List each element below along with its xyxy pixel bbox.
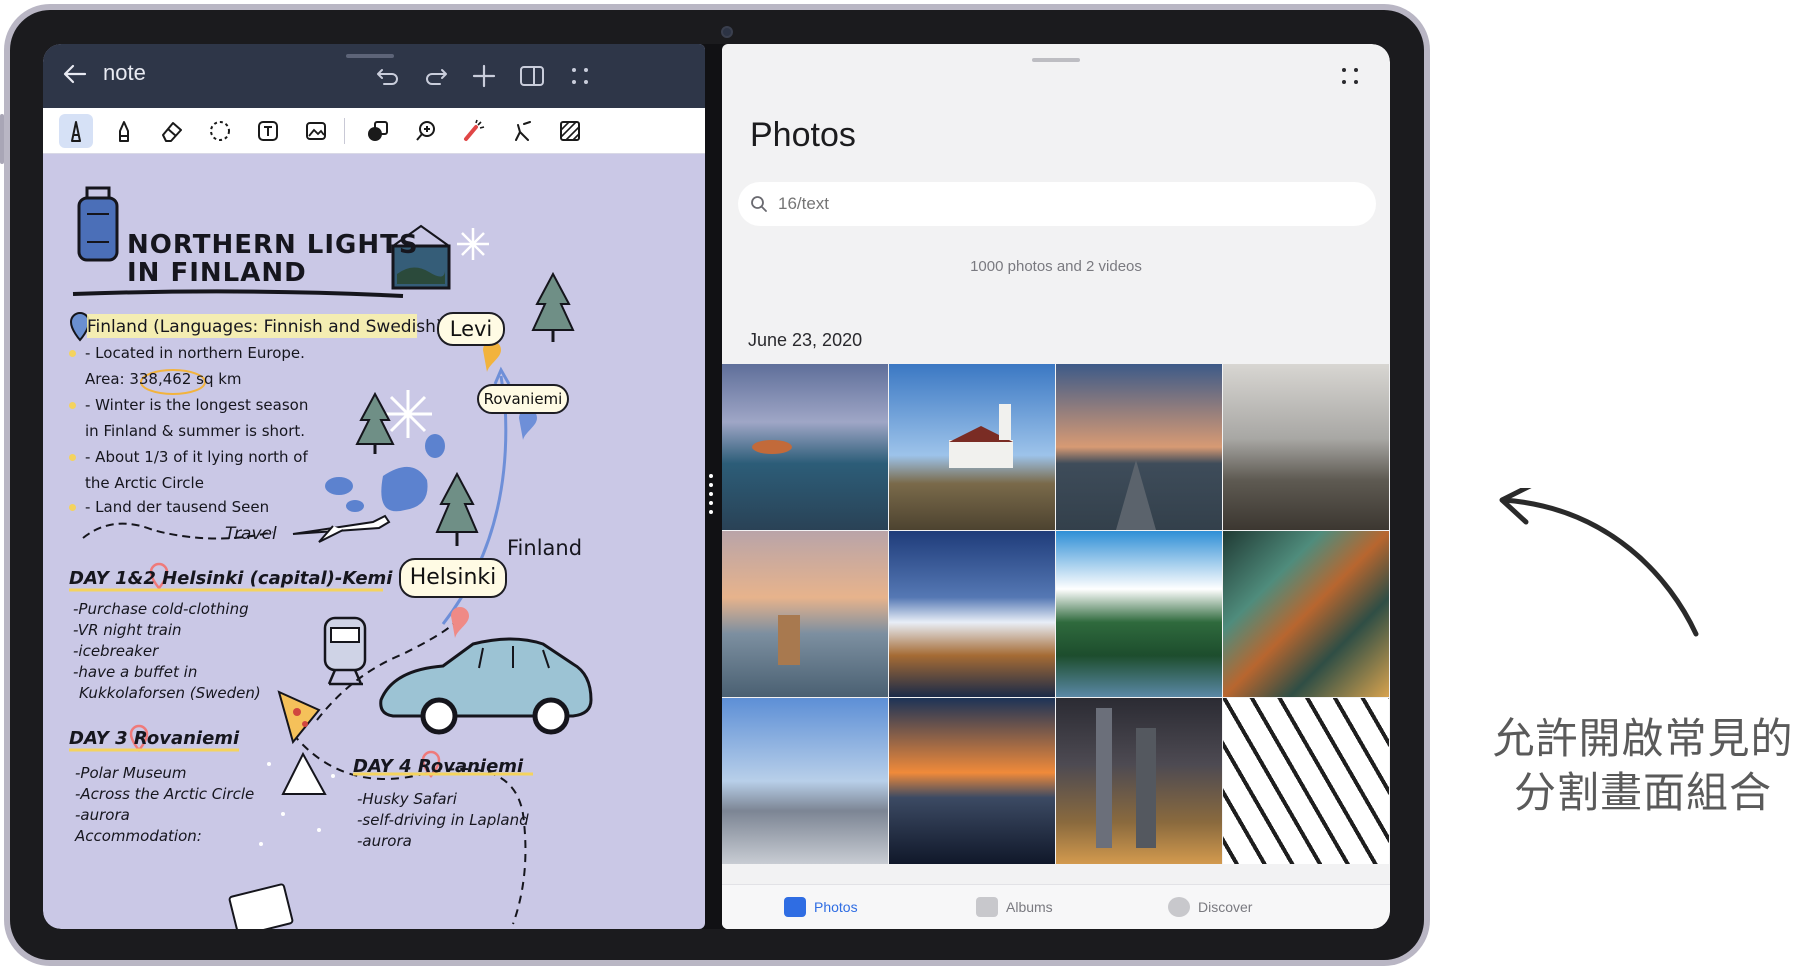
day4-title: DAY 4 Rovaniemi: [353, 756, 524, 777]
text-tool-icon[interactable]: [251, 114, 285, 148]
photo-thumbnail[interactable]: [889, 364, 1055, 530]
side-button: [0, 114, 4, 164]
more-grid-icon[interactable]: [566, 62, 594, 90]
image-tool-icon[interactable]: [299, 114, 333, 148]
day12-item: -have a buffet in: [73, 663, 198, 681]
day4-item: -aurora: [357, 832, 412, 850]
caption: 允許開啟常見的 分割畫面組合: [1478, 712, 1808, 820]
photo-thumbnail[interactable]: [722, 531, 888, 697]
note-app-panel: note NORTHERN LIGHTS IN FINLAND Finland …: [43, 44, 705, 929]
day3-item: -Polar Museum: [75, 764, 187, 782]
curved-arrow-icon: [1499, 488, 1699, 637]
tab-albums-label: Albums: [1006, 899, 1053, 915]
discover-tab-icon: [1168, 897, 1190, 917]
day4-item: -self-driving in Lapland: [357, 811, 529, 829]
date-header: June 23, 2020: [748, 330, 863, 350]
fact-text: the Arctic Circle: [85, 474, 204, 492]
photo-thumbnail[interactable]: [1056, 364, 1222, 530]
hand-pen-icon[interactable]: [505, 114, 539, 148]
bubble-levi: Levi: [437, 312, 505, 346]
fact-text: - About 1/3 of it lying north of: [85, 448, 308, 466]
finland-label: Finland: [507, 536, 583, 560]
eraser-tool-icon[interactable]: [155, 114, 189, 148]
fact-text: - Winter is the longest season: [85, 396, 309, 414]
photo-thumbnail[interactable]: [1223, 364, 1389, 530]
tab-photos-label: Photos: [814, 899, 858, 915]
search-input[interactable]: [778, 182, 1358, 226]
bullet-dot: [69, 402, 76, 409]
search-icon: [751, 196, 767, 212]
window-drag-handle[interactable]: [346, 54, 394, 58]
search-bar[interactable]: [738, 182, 1376, 226]
window-drag-handle[interactable]: [1032, 58, 1080, 62]
note-heading-line2: IN FINLAND: [127, 258, 307, 288]
back-arrow-icon[interactable]: [61, 60, 89, 88]
photo-thumbnail[interactable]: [889, 698, 1055, 864]
day12-item: -VR night train: [73, 621, 182, 639]
page-title: Photos: [750, 116, 856, 154]
country-line: Finland (Languages: Finnish and Swedish): [87, 317, 443, 337]
drawing-toolbar: [43, 108, 705, 154]
photo-thumbnail[interactable]: [1056, 531, 1222, 697]
split-screen: note NORTHERN LIGHTS IN FINLAND Finland …: [43, 44, 1390, 929]
note-canvas[interactable]: NORTHERN LIGHTS IN FINLAND Finland (Lang…: [43, 154, 705, 929]
bubble-rovaniemi: Rovaniemi: [477, 384, 569, 414]
shape-tool-icon[interactable]: [361, 114, 395, 148]
photo-thumbnail[interactable]: [1056, 698, 1222, 864]
photo-thumbnail[interactable]: [722, 364, 888, 530]
photo-thumbnail[interactable]: [889, 531, 1055, 697]
front-camera: [721, 26, 733, 38]
day3-item: Accommodation:: [75, 827, 202, 845]
photo-thumbnail[interactable]: [722, 698, 888, 864]
undo-icon[interactable]: [374, 62, 402, 90]
note-title: note: [103, 60, 146, 85]
fact-text: in Finland & summer is short.: [85, 422, 306, 440]
redo-icon[interactable]: [422, 62, 450, 90]
tab-discover-label: Discover: [1198, 899, 1253, 915]
photos-app-panel: Photos 1000 photos and 2 videos June 23,…: [722, 44, 1390, 929]
day4-item: -Husky Safari: [357, 790, 457, 808]
tab-photos[interactable]: Photos: [784, 897, 858, 917]
toolbar-divider: [344, 118, 345, 144]
photos-tab-icon: [784, 897, 806, 917]
travel-label: Travel: [225, 524, 277, 544]
caption-line2: 分割畫面組合: [1513, 768, 1772, 817]
tablet-device: note NORTHERN LIGHTS IN FINLAND Finland …: [0, 4, 1430, 966]
bottom-tab-bar: Photos Albums Discover: [722, 884, 1390, 929]
day12-title: DAY 1&2 Helsinki (capital)-Kemi: [69, 568, 393, 589]
panel-layout-icon[interactable]: [518, 62, 546, 90]
day3-title: DAY 3 Rovaniemi: [69, 728, 240, 749]
pen-tool-icon[interactable]: [59, 114, 93, 148]
day12-item: Kukkolaforsen (Sweden): [79, 684, 261, 702]
bullet-dot: [69, 350, 76, 357]
add-icon[interactable]: [470, 62, 498, 90]
bubble-helsinki: Helsinki: [399, 558, 507, 598]
photo-thumbnail[interactable]: [1223, 531, 1389, 697]
bullet-dot: [69, 454, 76, 461]
day12-item: -Purchase cold-clothing: [73, 600, 249, 618]
note-heading-line1: NORTHERN LIGHTS: [127, 230, 419, 260]
photo-grid: [722, 364, 1390, 884]
day3-item: -aurora: [75, 806, 130, 824]
fact-text: Area: 338,462 sq km: [85, 370, 242, 388]
fact-text: - Land der tausend Seen: [85, 498, 270, 516]
split-divider-handle[interactable]: [708, 474, 714, 514]
tab-albums[interactable]: Albums: [976, 897, 1053, 917]
day12-item: -icebreaker: [73, 642, 159, 660]
laser-pointer-icon[interactable]: [457, 114, 491, 148]
lasso-tool-icon[interactable]: [203, 114, 237, 148]
note-header: note: [43, 44, 705, 108]
bullet-dot: [69, 504, 76, 511]
more-grid-icon[interactable]: [1338, 64, 1362, 88]
day3-item: -Across the Arctic Circle: [75, 785, 255, 803]
caption-line1: 允許開啟常見的: [1492, 714, 1794, 763]
marker-tool-icon[interactable]: [107, 114, 141, 148]
photo-count: 1000 photos and 2 videos: [970, 258, 1142, 275]
zoom-tool-icon[interactable]: [409, 114, 443, 148]
albums-tab-icon: [976, 897, 998, 917]
photo-thumbnail[interactable]: [1223, 698, 1389, 864]
tab-discover[interactable]: Discover: [1168, 897, 1252, 917]
fact-text: - Located in northern Europe.: [85, 344, 305, 362]
background-pattern-icon[interactable]: [553, 114, 587, 148]
